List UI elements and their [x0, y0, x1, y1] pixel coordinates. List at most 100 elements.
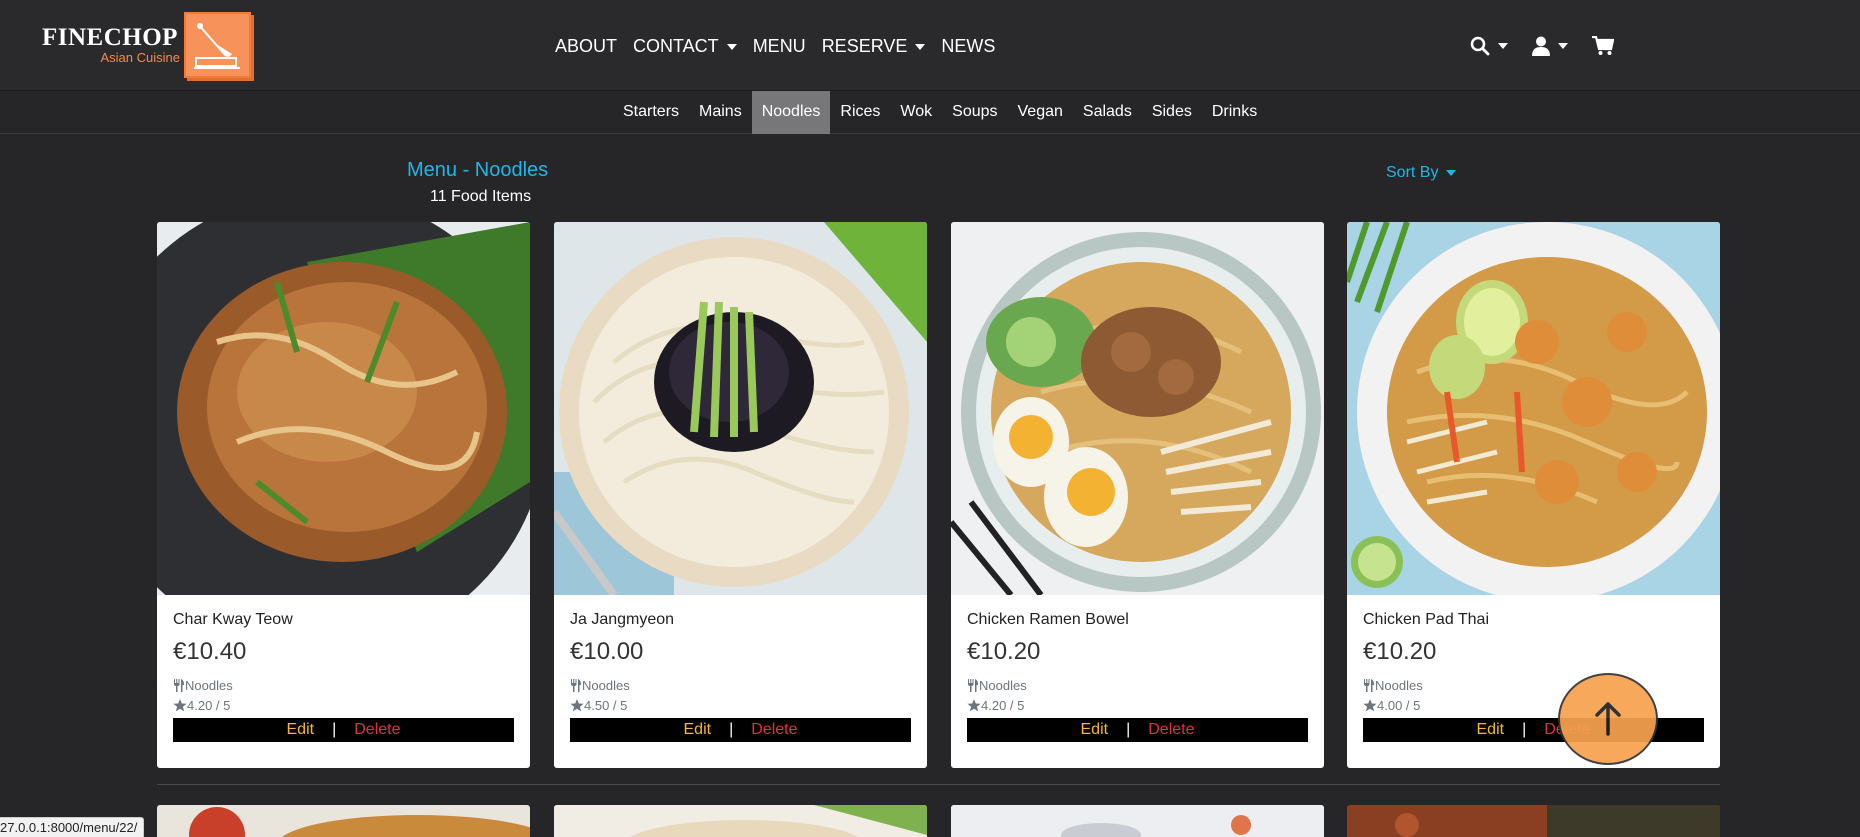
- star-icon: [570, 698, 584, 711]
- category-mains[interactable]: Mains: [689, 91, 752, 134]
- rating-value: 4.00 / 5: [1377, 697, 1421, 713]
- category-label: Noodles: [582, 677, 630, 693]
- star-icon: [1363, 698, 1377, 711]
- food-card-partial[interactable]: [951, 805, 1324, 837]
- user-icon: [1532, 36, 1550, 56]
- action-separator: |: [1126, 721, 1131, 738]
- food-rating: 4.50 / 5: [570, 696, 911, 714]
- category-list: Starters Mains Noodles Rices Wok Soups V…: [613, 91, 1267, 134]
- nav-menu-label: MENU: [752, 36, 806, 56]
- nav-menu[interactable]: MENU: [753, 36, 806, 57]
- utensils-icon: [968, 678, 978, 692]
- nav-about[interactable]: ABOUT: [555, 36, 617, 57]
- food-card[interactable]: Chicken Pad Thai €10.20 Noodles 4.00 / 5…: [1347, 222, 1720, 768]
- nav-contact[interactable]: CONTACT: [633, 36, 737, 57]
- category-sides[interactable]: Sides: [1142, 91, 1202, 134]
- category-rices[interactable]: Rices: [830, 91, 890, 134]
- action-separator: |: [332, 721, 337, 738]
- food-name[interactable]: Chicken Ramen Bowel: [967, 611, 1308, 633]
- delete-button[interactable]: Delete: [1148, 721, 1194, 739]
- arrow-up-icon: [1595, 702, 1621, 736]
- page-title: Menu - Noodles: [407, 159, 549, 181]
- nav-contact-label: CONTACT: [633, 36, 719, 56]
- food-name[interactable]: Ja Jangmyeon: [570, 611, 911, 633]
- utensils-icon: [571, 678, 581, 692]
- brand-tagline: Asian Cuisine: [100, 50, 180, 65]
- search-icon: [1470, 36, 1490, 56]
- card-actions: Edit | Delete: [173, 718, 514, 742]
- category-label: Noodles: [979, 677, 1027, 693]
- nav-reserve[interactable]: RESERVE: [822, 36, 926, 57]
- food-image[interactable]: [1347, 222, 1720, 595]
- rating-value: 4.50 / 5: [584, 697, 628, 713]
- item-count: 11 Food Items: [430, 188, 532, 205]
- food-card[interactable]: Char Kway Teow €10.40 Noodles 4.20 / 5 E…: [157, 222, 530, 768]
- utensils-icon: [1364, 678, 1374, 692]
- star-icon: [173, 698, 187, 711]
- food-category: Noodles: [1363, 674, 1704, 696]
- food-price: €10.20: [967, 638, 1041, 665]
- food-category: Noodles: [967, 674, 1308, 696]
- edit-button[interactable]: Edit: [1081, 721, 1109, 739]
- card-actions: Edit | Delete: [570, 718, 911, 742]
- category-noodles[interactable]: Noodles: [751, 91, 831, 134]
- scroll-to-top-button[interactable]: [1558, 673, 1658, 765]
- category-starters[interactable]: Starters: [613, 91, 689, 134]
- food-category: Noodles: [173, 674, 514, 696]
- rating-value: 4.20 / 5: [187, 697, 231, 713]
- status-bar-url: 27.0.0.1:8000/menu/22/: [0, 817, 145, 837]
- main-nav: ABOUT CONTACT MENU RESERVE NEWS: [555, 36, 995, 57]
- star-icon: [967, 698, 981, 711]
- action-separator: |: [729, 721, 734, 738]
- row-divider: [157, 784, 1720, 785]
- food-card[interactable]: Ja Jangmyeon €10.00 Noodles 4.50 / 5 Edi…: [554, 222, 927, 768]
- sort-by-dropdown[interactable]: Sort By: [1386, 164, 1457, 182]
- card-actions: Edit | Delete: [967, 718, 1308, 742]
- category-soups[interactable]: Soups: [942, 91, 1007, 134]
- food-rating: 4.20 / 5: [173, 696, 514, 714]
- category-vegan[interactable]: Vegan: [1008, 91, 1073, 134]
- category-wok[interactable]: Wok: [890, 91, 942, 134]
- food-name[interactable]: Chicken Pad Thai: [1363, 611, 1704, 633]
- nav-news[interactable]: NEWS: [941, 36, 995, 57]
- food-card-partial[interactable]: [554, 805, 927, 837]
- caret-down-icon: [1558, 43, 1568, 49]
- food-price: €10.00: [570, 638, 644, 665]
- category-drinks[interactable]: Drinks: [1202, 91, 1267, 134]
- brand-name: FINECHOP: [42, 24, 178, 51]
- caret-down-icon: [1446, 170, 1457, 176]
- category-nav: Starters Mains Noodles Rices Wok Soups V…: [0, 90, 1860, 134]
- rating-value: 4.20 / 5: [981, 697, 1025, 713]
- category-salads[interactable]: Salads: [1073, 91, 1142, 134]
- food-category: Noodles: [570, 674, 911, 696]
- category-label: Noodles: [1375, 677, 1423, 693]
- delete-button[interactable]: Delete: [354, 721, 400, 739]
- utensils-icon: [174, 678, 184, 692]
- category-label: Noodles: [185, 677, 233, 693]
- search-dropdown[interactable]: [1470, 36, 1508, 56]
- edit-button[interactable]: Edit: [287, 721, 315, 739]
- top-navbar: FINECHOP Asian Cuisine ABOUT CONTACT MEN…: [0, 0, 1860, 90]
- food-card-partial[interactable]: [157, 805, 530, 837]
- caret-down-icon: [1498, 43, 1508, 49]
- sort-by-label: Sort By: [1386, 164, 1439, 181]
- nav-about-label: ABOUT: [555, 36, 618, 56]
- brand-logo[interactable]: FINECHOP Asian Cuisine: [42, 12, 251, 78]
- food-rating: 4.20 / 5: [967, 696, 1308, 714]
- food-image[interactable]: [157, 222, 530, 595]
- caret-down-icon: [726, 43, 737, 50]
- edit-button[interactable]: Edit: [684, 721, 712, 739]
- nav-news-label: NEWS: [941, 36, 996, 56]
- edit-button[interactable]: Edit: [1477, 721, 1505, 739]
- nav-tools: [1470, 36, 1614, 56]
- food-card-partial[interactable]: [1347, 805, 1720, 837]
- food-card[interactable]: Chicken Ramen Bowel €10.20 Noodles 4.20 …: [951, 222, 1324, 768]
- food-image[interactable]: [951, 222, 1324, 595]
- cart-button[interactable]: [1592, 36, 1614, 56]
- food-name[interactable]: Char Kway Teow: [173, 611, 514, 633]
- caret-down-icon: [915, 43, 926, 50]
- user-dropdown[interactable]: [1532, 36, 1568, 56]
- food-image[interactable]: [554, 222, 927, 595]
- food-price: €10.40: [173, 638, 247, 665]
- delete-button[interactable]: Delete: [751, 721, 797, 739]
